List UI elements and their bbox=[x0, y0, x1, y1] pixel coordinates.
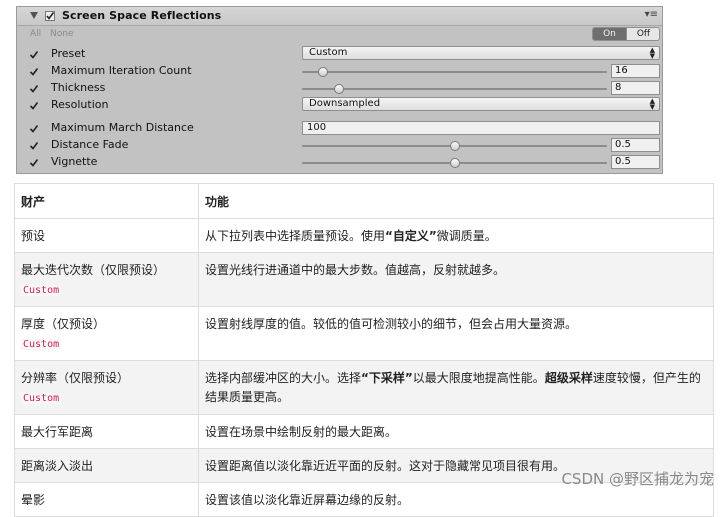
description-text: 设置光线行进通道中的最大步数。值越高，反射就越多。 bbox=[205, 263, 506, 277]
header-property: 财产 bbox=[14, 183, 199, 219]
description-text: 以最大限度地提高性能。 bbox=[412, 371, 545, 385]
description-text: 从下拉列表中选择质量预设。使用 bbox=[205, 229, 386, 243]
distance-fade-field[interactable]: 0.5 bbox=[611, 138, 660, 152]
preset-dropdown-value: Custom bbox=[309, 47, 348, 58]
property-name: 预设 bbox=[21, 229, 46, 243]
context-menu-icon[interactable]: ▾≡ bbox=[645, 10, 658, 20]
max-iteration-slider-track[interactable] bbox=[302, 71, 607, 73]
property-cell: 晕影 bbox=[14, 482, 199, 517]
property-cell: 最大行军距离 bbox=[14, 414, 199, 449]
description-text: 设置距离值以淡化靠近近平面的反射。这对于隐藏常见项目很有用。 bbox=[205, 459, 566, 473]
property-name: 晕影 bbox=[21, 493, 46, 507]
on-button[interactable]: On bbox=[593, 28, 626, 40]
dropdown-arrows-icon: ▲ ▼ bbox=[649, 46, 655, 60]
table-header-row: 财产 功能 bbox=[14, 183, 714, 219]
table-row: 预设 从下拉列表中选择质量预设。使用“自定义”微调质量。 bbox=[14, 218, 714, 253]
function-cell: 设置光线行进通道中的最大步数。值越高，反射就越多。 bbox=[198, 252, 714, 307]
thickness-slider-thumb[interactable] bbox=[333, 84, 344, 94]
distance-fade-label: Distance Fade bbox=[51, 138, 129, 151]
resolution-dropdown-value: Downsampled bbox=[309, 98, 381, 109]
property-cell: 距离淡入淡出 bbox=[14, 448, 199, 483]
resolution-dropdown[interactable]: Downsampled ▲ ▼ bbox=[302, 97, 660, 111]
vignette-slider-thumb[interactable] bbox=[449, 158, 460, 168]
property-name: 分辨率（仅限预设） bbox=[21, 371, 130, 385]
function-cell: 设置射线厚度的值。较低的值可检测较小的细节，但会占用大量资源。 bbox=[198, 306, 714, 361]
property-cell: 厚度（仅预设） Custom bbox=[14, 306, 199, 361]
preset-dropdown[interactable]: Custom ▲ ▼ bbox=[302, 46, 660, 60]
property-cell: 分辨率（仅限预设） Custom bbox=[14, 360, 199, 415]
on-off-toggle[interactable]: On Off bbox=[592, 27, 660, 41]
vignette-override-checkbox[interactable] bbox=[29, 158, 39, 167]
table-row: 最大迭代次数（仅限预设） Custom 设置光线行进通道中的最大步数。值越高，反射就… bbox=[14, 252, 714, 307]
function-cell: 设置在场景中绘制反射的最大距离。 bbox=[198, 414, 714, 449]
max-iteration-override-checkbox[interactable] bbox=[29, 67, 39, 76]
description-text: 设置该值以淡化靠近屏幕边缘的反射。 bbox=[205, 493, 410, 507]
max-iteration-slider-thumb[interactable] bbox=[318, 67, 329, 77]
table-row: 厚度（仅预设） Custom 设置射线厚度的值。较低的值可检测较小的细节，但会占用大… bbox=[14, 306, 714, 361]
component-title: Screen Space Reflections bbox=[62, 9, 222, 22]
max-march-distance-override-checkbox[interactable] bbox=[29, 124, 39, 133]
watermark: CSDN @野区捕龙为宠 bbox=[561, 470, 714, 488]
table-row: 分辨率（仅限预设） Custom 选择内部缓冲区的大小。选择“下采样”以最大限度地提… bbox=[14, 360, 714, 415]
function-cell: 选择内部缓冲区的大小。选择“下采样”以最大限度地提高性能。超级采样速度较慢，但产… bbox=[198, 360, 714, 415]
none-toggle-link[interactable]: None bbox=[50, 29, 73, 39]
custom-tag: Custom bbox=[21, 285, 62, 296]
max-march-distance-field[interactable]: 100 bbox=[302, 121, 660, 135]
property-name: 距离淡入淡出 bbox=[21, 459, 94, 473]
description-text: 设置射线厚度的值。较低的值可检测较小的细节，但会占用大量资源。 bbox=[205, 317, 578, 331]
vignette-field[interactable]: 0.5 bbox=[611, 155, 660, 169]
off-button[interactable]: Off bbox=[626, 28, 659, 40]
resolution-override-checkbox[interactable] bbox=[29, 101, 39, 110]
function-cell: 从下拉列表中选择质量预设。使用“自定义”微调质量。 bbox=[198, 218, 714, 253]
component-header[interactable]: Screen Space Reflections ▾≡ bbox=[17, 7, 662, 26]
ssr-inspector-panel: Screen Space Reflections ▾≡ All None On … bbox=[16, 6, 663, 174]
property-name: 最大行军距离 bbox=[21, 425, 94, 439]
distance-fade-override-checkbox[interactable] bbox=[29, 141, 39, 150]
vignette-label: Vignette bbox=[51, 155, 98, 168]
dropdown-arrows-icon: ▲ ▼ bbox=[649, 97, 655, 111]
all-toggle-link[interactable]: All bbox=[30, 29, 41, 39]
property-name: 最大迭代次数（仅限预设） bbox=[21, 263, 166, 277]
max-iteration-field[interactable]: 16 bbox=[611, 64, 660, 78]
custom-tag: Custom bbox=[21, 339, 62, 350]
max-iteration-label: Maximum Iteration Count bbox=[51, 64, 192, 77]
resolution-label: Resolution bbox=[51, 98, 109, 111]
property-table: 财产 功能 预设 从下拉列表中选择质量预设。使用“自定义”微调质量。 最大迭代次数（… bbox=[14, 183, 714, 517]
description-text: 设置在场景中绘制反射的最大距离。 bbox=[205, 425, 398, 439]
emphasis-text: 超级采样 bbox=[544, 371, 593, 385]
preset-override-checkbox[interactable] bbox=[29, 50, 39, 59]
description-text: 微调质量。 bbox=[436, 229, 497, 243]
property-cell: 预设 bbox=[14, 218, 199, 253]
max-march-distance-label: Maximum March Distance bbox=[51, 121, 194, 134]
distance-fade-slider-thumb[interactable] bbox=[449, 141, 460, 151]
thickness-slider-track[interactable] bbox=[302, 88, 607, 90]
property-cell: 最大迭代次数（仅限预设） Custom bbox=[14, 252, 199, 307]
thickness-label: Thickness bbox=[51, 81, 106, 94]
component-enabled-checkbox[interactable] bbox=[45, 11, 55, 21]
emphasis-text: “下采样” bbox=[361, 371, 413, 385]
emphasis-text: “自定义” bbox=[385, 229, 437, 243]
preset-label: Preset bbox=[51, 47, 86, 60]
description-text: 选择内部缓冲区的大小。选择 bbox=[205, 371, 362, 385]
header-function: 功能 bbox=[198, 183, 714, 219]
thickness-field[interactable]: 8 bbox=[611, 81, 660, 95]
table-row: 最大行军距离 设置在场景中绘制反射的最大距离。 bbox=[14, 414, 714, 449]
property-name: 厚度（仅预设） bbox=[21, 317, 106, 331]
foldout-arrow-icon[interactable] bbox=[30, 12, 38, 19]
thickness-override-checkbox[interactable] bbox=[29, 84, 39, 93]
custom-tag: Custom bbox=[21, 393, 62, 404]
